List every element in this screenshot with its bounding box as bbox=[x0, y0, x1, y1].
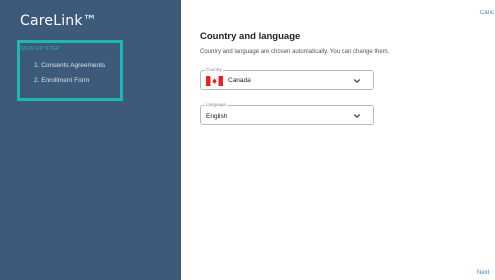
language-select[interactable]: Language English bbox=[200, 102, 374, 125]
canada-flag-icon bbox=[206, 76, 223, 86]
main-panel: Canc Country and language Country and la… bbox=[181, 0, 495, 280]
steps-heading: SIGN UP STEP bbox=[20, 46, 60, 52]
chevron-down-icon bbox=[354, 114, 360, 118]
next-button[interactable]: Next bbox=[477, 270, 489, 276]
sidebar: CareLink™ SIGN UP STEP 1. Consents Agree… bbox=[0, 0, 181, 280]
country-label: Country bbox=[205, 67, 223, 72]
step-enrollment-form[interactable]: 2. Enrollment Form bbox=[34, 77, 89, 84]
page-title: Country and language bbox=[200, 31, 301, 42]
language-value: English bbox=[206, 113, 228, 120]
step-consents-agreements[interactable]: 1. Consents Agreements bbox=[34, 62, 105, 69]
chevron-down-icon bbox=[354, 79, 360, 83]
page-subtitle: Country and language are chosen automati… bbox=[200, 49, 390, 55]
country-value: Canada bbox=[228, 77, 251, 84]
country-select[interactable]: Country Canada bbox=[200, 67, 374, 90]
cancel-link[interactable]: Canc bbox=[480, 10, 495, 16]
brand-logo: CareLink™ bbox=[20, 13, 97, 29]
language-label: Language bbox=[205, 102, 228, 107]
